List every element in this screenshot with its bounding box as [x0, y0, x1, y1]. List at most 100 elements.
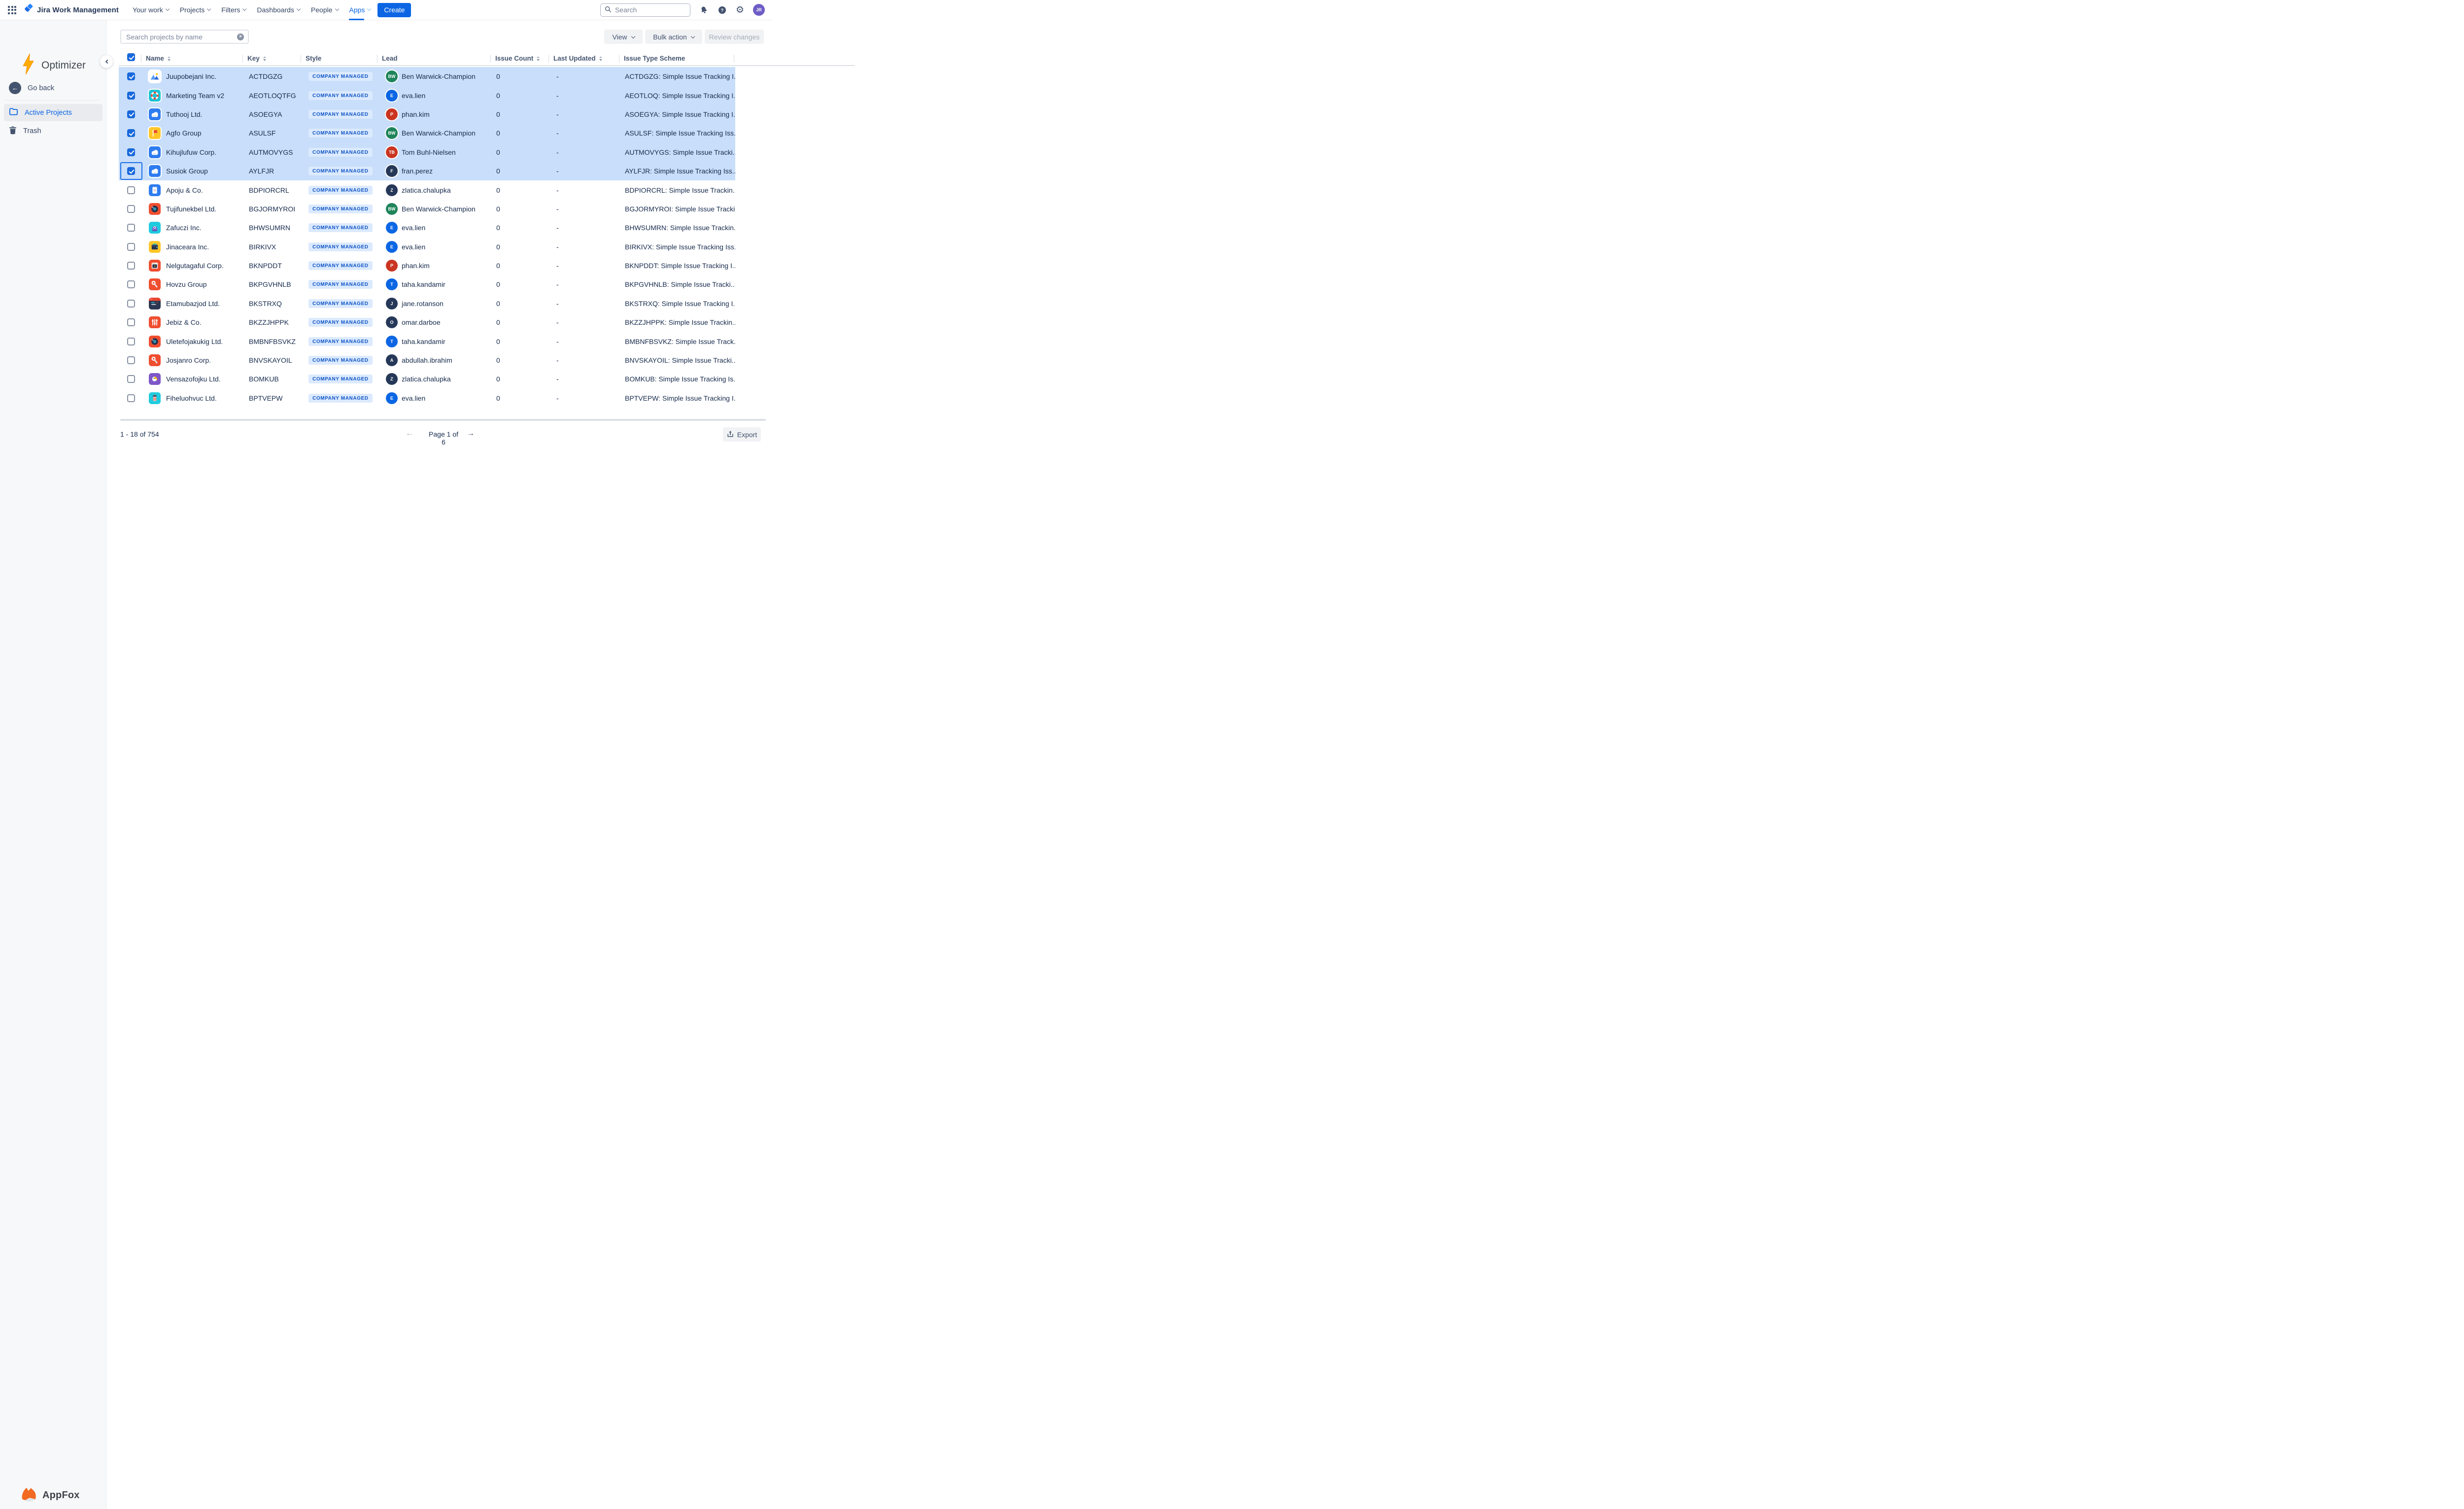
row-checkbox[interactable]: [127, 262, 135, 270]
table-row[interactable]: Etamubazjod Ltd. BKSTRXQ COMPANY MANAGED…: [119, 294, 735, 313]
issue-type-scheme: ASOEGYA: Simple Issue Tracking I...: [625, 110, 735, 118]
table-row[interactable]: Apoju & Co. BDPIORCRL COMPANY MANAGED Z …: [119, 180, 735, 199]
notifications-icon[interactable]: [699, 5, 709, 15]
project-name[interactable]: Zafuczi Inc.: [166, 224, 202, 232]
table-row[interactable]: Vensazofojku Ltd. BOMKUB COMPANY MANAGED…: [119, 370, 735, 388]
row-checkbox[interactable]: [127, 356, 135, 364]
project-name[interactable]: Fiheluohvuc Ltd.: [166, 394, 217, 402]
project-name[interactable]: Etamubazjod Ltd.: [166, 300, 220, 308]
lead-avatar: BW: [386, 203, 398, 215]
table-row[interactable]: Fiheluohvuc Ltd. BPTVEPW COMPANY MANAGED…: [119, 389, 735, 408]
lead-avatar: J: [386, 298, 398, 309]
row-checkbox[interactable]: [127, 280, 135, 288]
go-back-button[interactable]: ← Go back: [4, 79, 103, 97]
sidebar-item-active-projects[interactable]: Active Projects: [4, 104, 103, 121]
table-row[interactable]: Agfo Group ASULSF COMPANY MANAGED BW Ben…: [119, 124, 735, 142]
row-checkbox[interactable]: [127, 394, 135, 402]
nav-item-your-work[interactable]: Your work: [132, 0, 170, 20]
horizontal-scrollbar[interactable]: [120, 419, 766, 421]
previous-page-arrow-icon[interactable]: ←: [406, 429, 413, 438]
row-checkbox[interactable]: [127, 338, 135, 345]
sidebar-collapse-button[interactable]: [100, 55, 113, 68]
settings-gear-icon[interactable]: ⚙: [736, 4, 744, 16]
project-name[interactable]: Marketing Team v2: [166, 92, 224, 100]
row-checkbox[interactable]: [127, 148, 135, 156]
row-checkbox[interactable]: [127, 110, 135, 118]
project-name[interactable]: Hovzu Group: [166, 280, 206, 288]
review-changes-button[interactable]: Review changes: [705, 30, 764, 44]
create-button[interactable]: Create: [377, 3, 411, 17]
table-row[interactable]: Kihujlufuw Corp. AUTMOVYGS COMPANY MANAG…: [119, 143, 735, 162]
last-updated: -: [556, 375, 559, 383]
user-avatar[interactable]: JR: [753, 4, 765, 16]
column-header-last-updated[interactable]: Last Updated: [553, 55, 602, 62]
app-switcher-icon[interactable]: [8, 6, 16, 14]
issue-count: 0: [496, 224, 500, 232]
style-badge: COMPANY MANAGED: [308, 91, 373, 100]
clear-search-icon[interactable]: ×: [237, 34, 244, 40]
export-button[interactable]: Export: [723, 427, 761, 442]
project-search-input[interactable]: Search projects by name ×: [120, 30, 249, 44]
project-name[interactable]: Jebiz & Co.: [166, 318, 202, 326]
table-row[interactable]: Zafuczi Inc. BHWSUMRN COMPANY MANAGED E …: [119, 218, 735, 237]
table-row[interactable]: Susiok Group AYLFJR COMPANY MANAGED F fr…: [119, 162, 735, 180]
table-row[interactable]: Tuthooj Ltd. ASOEGYA COMPANY MANAGED P p…: [119, 105, 735, 124]
table-row[interactable]: Marketing Team v2 AEOTLOQTFG COMPANY MAN…: [119, 86, 735, 104]
project-name[interactable]: Kihujlufuw Corp.: [166, 148, 216, 156]
nav-item-projects[interactable]: Projects: [179, 0, 212, 20]
table-row[interactable]: Tujifunekbel Ltd. BGJORMYROI COMPANY MAN…: [119, 200, 735, 218]
table-row[interactable]: Juupobejani Inc. ACTDGZG COMPANY MANAGED…: [119, 67, 735, 86]
view-button[interactable]: View: [604, 30, 643, 44]
row-checkbox[interactable]: [127, 224, 135, 232]
row-checkbox[interactable]: [127, 92, 135, 100]
select-all-checkbox[interactable]: [127, 53, 135, 61]
nav-item-filters[interactable]: Filters: [220, 0, 247, 20]
review-changes-label: Review changes: [709, 33, 760, 41]
table-row[interactable]: Josjanro Corp. BNVSKAYOIL COMPANY MANAGE…: [119, 351, 735, 370]
project-name[interactable]: Agfo Group: [166, 129, 202, 137]
project-name[interactable]: Susiok Group: [166, 167, 208, 175]
jira-mark-icon: [24, 3, 34, 16]
lead-avatar: E: [386, 241, 398, 253]
help-icon[interactable]: ?: [718, 5, 727, 15]
row-checkbox[interactable]: [127, 167, 135, 175]
table-row[interactable]: Jebiz & Co. BKZZJHPPK COMPANY MANAGED O …: [119, 313, 735, 332]
next-page-arrow-icon[interactable]: →: [467, 429, 475, 438]
project-name[interactable]: Josjanro Corp.: [166, 356, 211, 364]
nav-item-apps[interactable]: Apps: [348, 0, 372, 20]
bulk-action-button[interactable]: Bulk action: [645, 30, 702, 44]
row-checkbox[interactable]: [127, 72, 135, 80]
row-checkbox[interactable]: [127, 205, 135, 213]
row-checkbox[interactable]: [127, 375, 135, 383]
nav-item-dashboards[interactable]: Dashboards: [256, 0, 301, 20]
table-row[interactable]: Jinaceara Inc. BIRKIVX COMPANY MANAGED E…: [119, 238, 735, 256]
table-row[interactable]: Hovzu Group BKPGVHNLB COMPANY MANAGED T …: [119, 275, 735, 294]
project-name[interactable]: Jinaceara Inc.: [166, 243, 209, 251]
project-name[interactable]: Tuthooj Ltd.: [166, 110, 202, 118]
jira-logo[interactable]: Jira Work Management: [24, 3, 119, 16]
row-checkbox[interactable]: [127, 129, 135, 137]
optimizer-logo: Optimizer: [21, 53, 86, 77]
issue-count: 0: [496, 338, 500, 345]
column-header-key[interactable]: Key: [247, 55, 266, 62]
table-row[interactable]: Uletefojakukig Ltd. BMBNFBSVKZ COMPANY M…: [119, 332, 735, 350]
project-name[interactable]: Juupobejani Inc.: [166, 72, 216, 80]
project-key: BGJORMYROI: [249, 205, 295, 213]
project-name[interactable]: Apoju & Co.: [166, 186, 203, 194]
row-checkbox[interactable]: [127, 300, 135, 308]
column-header-name[interactable]: Name: [146, 55, 171, 62]
table-row[interactable]: Nelgutagaful Corp. BKNPDDT COMPANY MANAG…: [119, 256, 735, 275]
project-name[interactable]: Uletefojakukig Ltd.: [166, 338, 223, 345]
project-name[interactable]: Tujifunekbel Ltd.: [166, 205, 216, 213]
sidebar-item-trash[interactable]: Trash: [4, 122, 103, 139]
column-header-issue-count[interactable]: Issue Count: [495, 55, 540, 62]
row-checkbox[interactable]: [127, 318, 135, 326]
project-name[interactable]: Nelgutagaful Corp.: [166, 262, 224, 270]
row-checkbox[interactable]: [127, 186, 135, 194]
nav-item-people[interactable]: People: [310, 0, 340, 20]
global-search-input[interactable]: Search: [600, 3, 690, 17]
row-checkbox[interactable]: [127, 243, 135, 251]
style-badge: COMPANY MANAGED: [308, 280, 373, 289]
lead-avatar: E: [386, 222, 398, 234]
project-name[interactable]: Vensazofojku Ltd.: [166, 375, 221, 383]
